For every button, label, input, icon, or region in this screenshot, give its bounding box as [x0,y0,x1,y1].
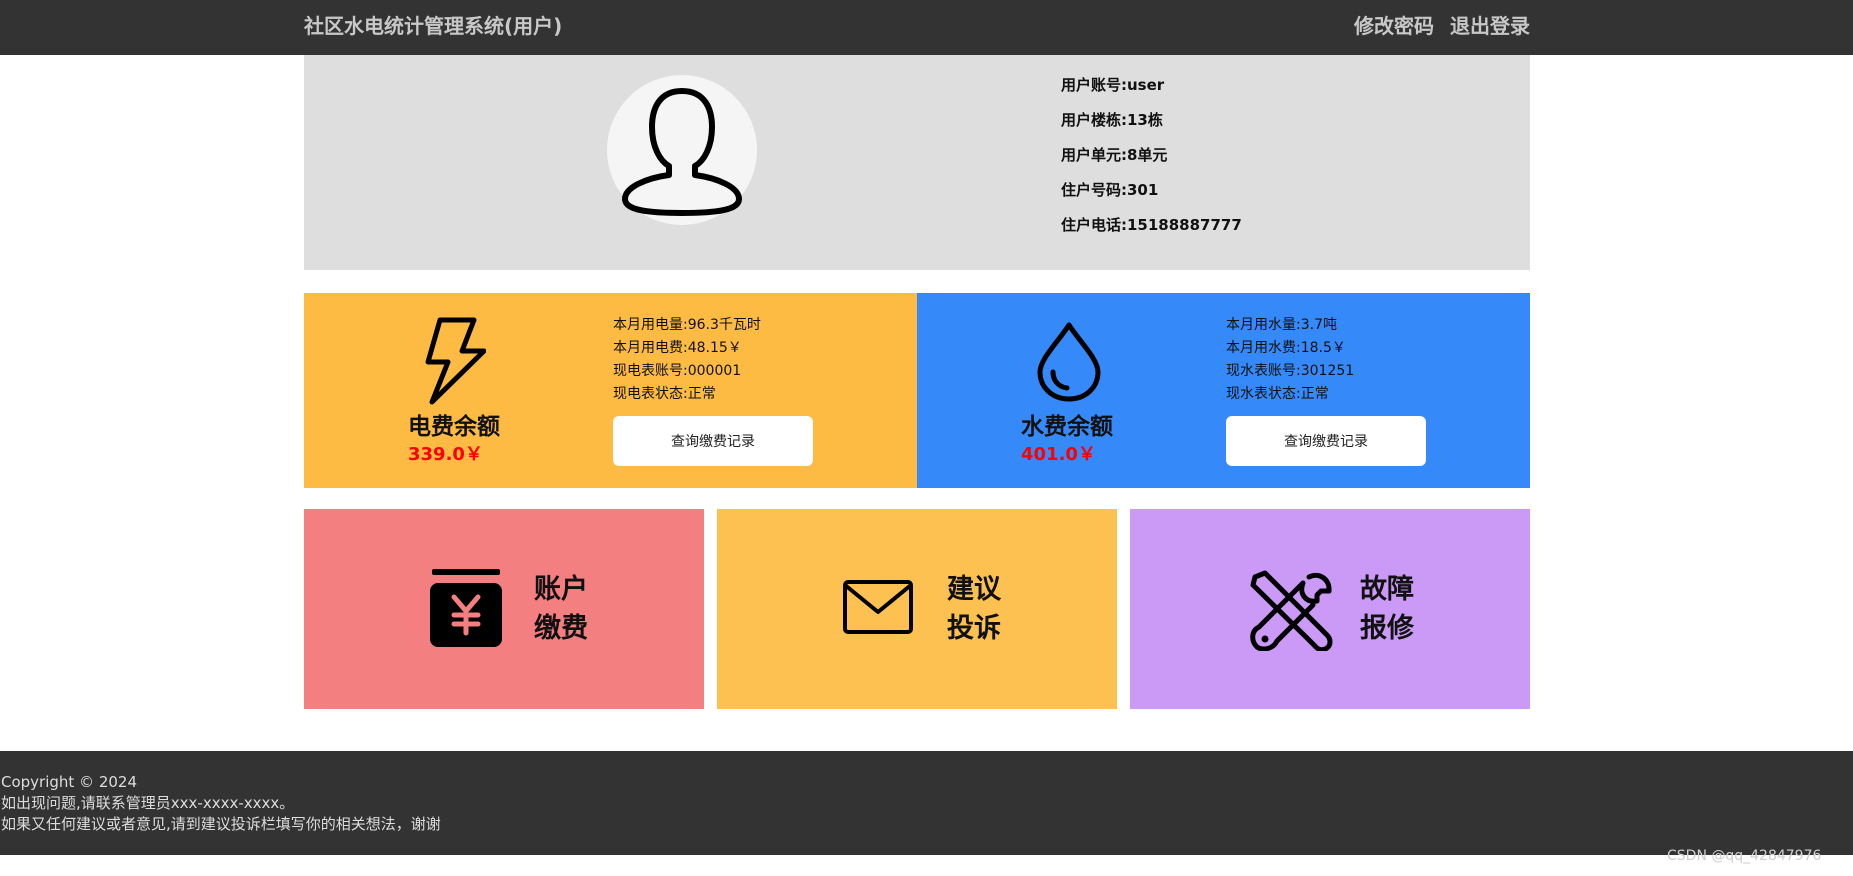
lightning-icon [425,317,486,405]
electric-fee: 本月用电费:48.15￥ [613,340,742,356]
fault-repair-tile[interactable]: 故障 报修 [1130,509,1530,709]
wrench-screwdriver-icon [1250,570,1333,651]
user-silhouette-icon [622,88,742,216]
suggestion-complaint-tile[interactable]: 建议 投诉 [717,509,1117,709]
room-info: 住户号码:301 [1061,181,1159,199]
electric-balance-value: 339.0￥ [408,444,483,465]
water-balance-title: 水费余额 [1021,414,1113,440]
electric-query-records-button[interactable]: 查询缴费记录 [613,416,813,466]
avatar [607,75,757,225]
envelope-icon [843,580,913,634]
fault-repair-label-line1: 故障 [1360,574,1414,605]
copyright-text: Copyright © 2024 [1,773,138,791]
electric-balance-panel: 电费余额 339.0￥ 本月用电量:96.3千瓦时 本月用电费:48.15￥ 现… [304,293,917,488]
electric-usage: 本月用电量:96.3千瓦时 [613,317,761,333]
suggestion-complaint-label-line1: 建议 [947,574,1001,605]
account-payment-tile[interactable]: 账户 缴费 [304,509,704,709]
water-balance-value: 401.0￥ [1021,444,1096,465]
water-meter-status: 现水表状态:正常 [1226,386,1329,402]
water-meter-account: 现水表账号:301251 [1226,363,1355,379]
app-title: 社区水电统计管理系统(用户) [304,14,563,38]
user-profile-panel: 用户账号:user 用户楼栋:13栋 用户单元:8单元 住户号码:301 住户电… [304,55,1530,270]
footer: Copyright © 2024 如出现问题,请联系管理员xxx-xxxx-xx… [0,751,1853,855]
account-payment-label-line1: 账户 [534,574,588,605]
water-fee: 本月用水费:18.5￥ [1226,340,1346,356]
account-payment-label-line2: 缴费 [534,613,588,644]
water-drop-icon [1037,322,1101,402]
water-balance-panel: 水费余额 401.0￥ 本月用水量:3.7吨 本月用水费:18.5￥ 现水表账号… [917,293,1530,488]
electric-meter-status: 现电表状态:正常 [613,386,716,402]
electric-balance-title: 电费余额 [408,414,500,440]
top-navbar: 社区水电统计管理系统(用户) 修改密码 退出登录 [0,0,1853,55]
suggestion-complaint-label-line2: 投诉 [947,613,1001,644]
building-info: 用户楼栋:13栋 [1061,111,1163,129]
unit-info: 用户单元:8单元 [1061,146,1168,164]
account-info: 用户账号:user [1061,76,1165,94]
contact-text: 如出现问题,请联系管理员xxx-xxxx-xxxx。 [1,794,295,812]
change-password-link[interactable]: 修改密码 [1354,12,1434,40]
fault-repair-label-line2: 报修 [1360,613,1414,644]
logout-link[interactable]: 退出登录 [1450,12,1530,40]
electric-meter-account: 现电表账号:000001 [613,363,742,379]
csdn-watermark: CSDN @qq_42847976 [1667,848,1822,864]
water-query-records-button[interactable]: 查询缴费记录 [1226,416,1426,466]
wallet-yen-icon [430,569,502,647]
water-usage: 本月用水量:3.7吨 [1226,317,1337,333]
phone-info: 住户电话:15188887777 [1061,216,1242,234]
suggestion-text: 如果又任何建议或者意见,请到建议投诉栏填写你的相关想法，谢谢 [1,815,441,833]
